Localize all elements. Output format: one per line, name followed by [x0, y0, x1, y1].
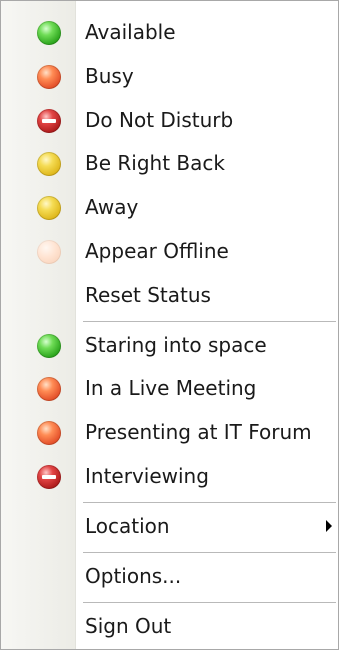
submenu-arrow-icon [326, 520, 332, 532]
menu-item-label: Be Right Back [85, 151, 225, 175]
menu-item-location[interactable]: Location [1, 505, 338, 547]
menu-item-label: Appear Offline [85, 239, 229, 263]
menu-item-label: Available [85, 20, 176, 44]
available-status-icon [37, 21, 61, 45]
menu-item-label: Presenting at IT Forum [85, 420, 312, 444]
menu-item-do-not-disturb[interactable]: Do Not Disturb [1, 99, 338, 141]
appear-offline-status-icon [37, 240, 61, 264]
menu-item-custom-status[interactable]: Presenting at IT Forum [1, 411, 338, 453]
menu-item-label: Away [85, 195, 139, 219]
menu-item-label: Location [85, 514, 170, 538]
menu-item-label: Do Not Disturb [85, 108, 234, 132]
do-not-disturb-status-icon [37, 109, 61, 133]
menu-item-be-right-back[interactable]: Be Right Back [1, 142, 338, 184]
menu-item-options[interactable]: Options... [1, 555, 338, 597]
menu-item-away[interactable]: Away [1, 186, 338, 228]
menu-item-label: Busy [85, 64, 134, 88]
menu-item-label: Reset Status [85, 283, 211, 307]
menu-item-custom-status[interactable]: In a Live Meeting [1, 367, 338, 409]
menu-separator [83, 502, 336, 504]
menu-separator [83, 602, 336, 604]
menu-item-label: Staring into space [85, 333, 267, 357]
menu-item-available[interactable]: Available [1, 11, 338, 53]
menu-item-sign-out[interactable]: Sign Out [1, 605, 338, 647]
menu-separator [83, 552, 336, 554]
busy-status-icon [37, 421, 61, 445]
menu-item-label: Interviewing [85, 464, 209, 488]
available-status-icon [37, 334, 61, 358]
away-status-icon [37, 196, 61, 220]
be-right-back-status-icon [37, 152, 61, 176]
menu-item-label: In a Live Meeting [85, 376, 257, 400]
menu-item-label: Options... [85, 564, 182, 588]
status-context-menu: Available Busy Do Not Disturb Be Right B… [0, 0, 339, 650]
busy-status-icon [37, 65, 61, 89]
menu-item-custom-status[interactable]: Interviewing [1, 455, 338, 497]
busy-status-icon [37, 377, 61, 401]
menu-item-busy[interactable]: Busy [1, 55, 338, 97]
menu-item-reset-status[interactable]: Reset Status [1, 274, 338, 316]
menu-item-custom-status[interactable]: Staring into space [1, 324, 338, 366]
do-not-disturb-status-icon [37, 465, 61, 489]
menu-item-label: Sign Out [85, 614, 172, 638]
menu-separator [83, 321, 336, 323]
menu-item-appear-offline[interactable]: Appear Offline [1, 230, 338, 272]
